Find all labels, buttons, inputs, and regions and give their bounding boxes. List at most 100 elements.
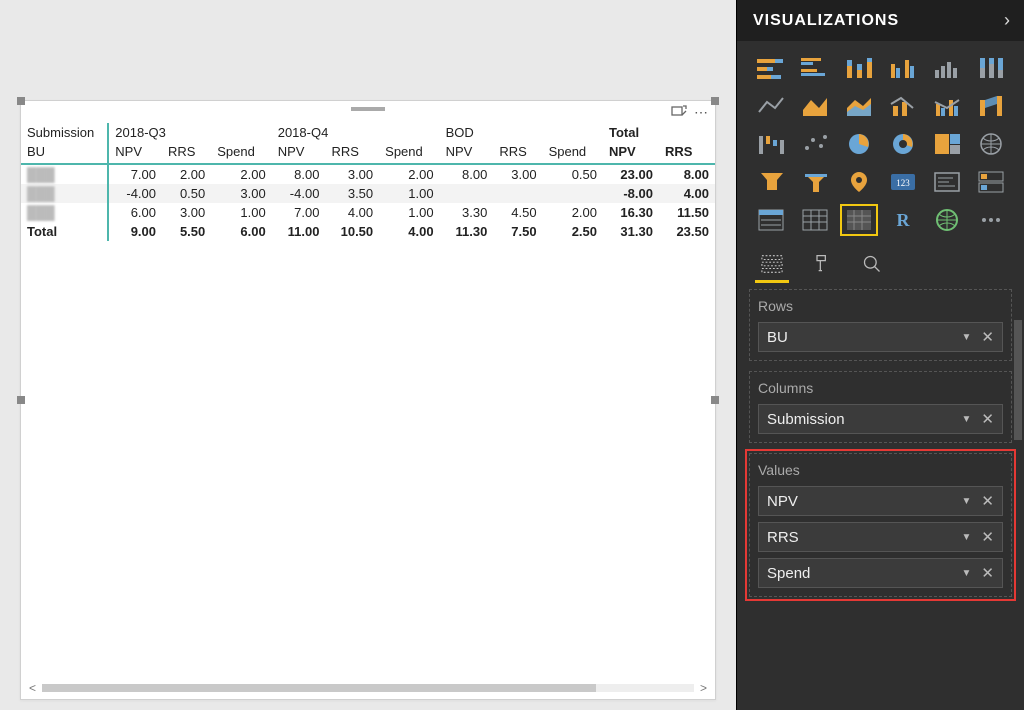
cell[interactable]: 7.00 xyxy=(108,164,162,184)
chip-dropdown-icon[interactable]: ▼ xyxy=(962,532,972,543)
measure-header[interactable]: RRS xyxy=(162,142,211,164)
chip-remove-icon[interactable]: ✕ xyxy=(981,528,994,546)
row-label[interactable]: ███ xyxy=(21,203,108,222)
cell[interactable]: 4.00 xyxy=(659,184,715,203)
cell[interactable]: -4.00 xyxy=(108,184,162,203)
horizontal-scrollbar[interactable]: < > xyxy=(29,681,707,695)
values-field-chip[interactable]: Spend▼✕ xyxy=(758,558,1003,588)
cell[interactable]: 8.00 xyxy=(440,164,494,184)
cell[interactable]: 8.00 xyxy=(659,164,715,184)
scroll-left-icon[interactable]: < xyxy=(29,681,36,695)
measure-header[interactable]: Spend xyxy=(379,142,439,164)
treemap-icon[interactable] xyxy=(929,129,965,159)
columns-field-chip[interactable]: Submission▼✕ xyxy=(758,404,1003,434)
stacked-bar-icon[interactable] xyxy=(753,53,789,83)
collapse-pane-icon[interactable]: › xyxy=(1004,10,1010,31)
columns-well[interactable]: Columns Submission▼✕ xyxy=(749,371,1012,443)
chip-dropdown-icon[interactable]: ▼ xyxy=(962,496,972,507)
stacked-column-icon[interactable] xyxy=(841,53,877,83)
cell[interactable]: 3.00 xyxy=(325,164,379,184)
cell[interactable]: 3.30 xyxy=(440,203,494,222)
values-well[interactable]: Values NPV▼✕RRS▼✕Spend▼✕ xyxy=(749,453,1012,597)
cell[interactable]: 1.00 xyxy=(211,203,271,222)
arcgis-icon[interactable] xyxy=(929,205,965,235)
chip-remove-icon[interactable]: ✕ xyxy=(981,492,994,510)
measure-header[interactable]: NPV xyxy=(108,142,162,164)
cell[interactable]: 2.00 xyxy=(543,203,603,222)
clustered-column-icon[interactable] xyxy=(885,53,921,83)
scatter-icon[interactable] xyxy=(797,129,833,159)
r-visual-icon[interactable]: R xyxy=(885,205,921,235)
cell[interactable]: 7.00 xyxy=(272,203,326,222)
cell[interactable]: 3.00 xyxy=(493,164,542,184)
combo-icon[interactable] xyxy=(885,91,921,121)
donut-icon[interactable] xyxy=(885,129,921,159)
resize-handle[interactable] xyxy=(17,97,25,105)
col-group-header[interactable]: BOD xyxy=(440,123,603,142)
col-group-header[interactable]: 2018-Q4 xyxy=(272,123,440,142)
measure-header[interactable]: NPV xyxy=(440,142,494,164)
waterfall-icon[interactable] xyxy=(753,129,789,159)
pie-icon[interactable] xyxy=(841,129,877,159)
values-field-chip[interactable]: NPV▼✕ xyxy=(758,486,1003,516)
cell[interactable]: 1.00 xyxy=(379,184,439,203)
resize-handle[interactable] xyxy=(711,97,719,105)
ribbon-icon[interactable] xyxy=(973,91,1009,121)
cell[interactable]: 23.00 xyxy=(603,164,659,184)
measure-header[interactable]: Spend xyxy=(211,142,271,164)
cell[interactable]: 6.00 xyxy=(108,203,162,222)
stacked-area-icon[interactable] xyxy=(841,91,877,121)
drag-handle-icon[interactable] xyxy=(351,107,385,111)
chip-dropdown-icon[interactable]: ▼ xyxy=(962,332,972,343)
more-visuals-icon[interactable] xyxy=(973,205,1009,235)
cell[interactable]: 16.30 xyxy=(603,203,659,222)
analytics-tab-icon[interactable] xyxy=(857,249,887,279)
row-label[interactable]: ███ xyxy=(21,184,108,203)
combo2-icon[interactable] xyxy=(929,91,965,121)
cell[interactable]: 2.00 xyxy=(379,164,439,184)
map-icon[interactable] xyxy=(973,129,1009,159)
cell[interactable]: 0.50 xyxy=(543,164,603,184)
cell[interactable]: 3.50 xyxy=(325,184,379,203)
card-icon[interactable] xyxy=(929,167,965,197)
fields-tab-icon[interactable] xyxy=(757,249,787,279)
cell[interactable]: 2.00 xyxy=(162,164,211,184)
funnel-icon[interactable] xyxy=(753,167,789,197)
row-label[interactable]: ███ xyxy=(21,164,108,184)
chip-remove-icon[interactable]: ✕ xyxy=(981,328,994,346)
cell[interactable]: -8.00 xyxy=(603,184,659,203)
resize-handle[interactable] xyxy=(711,396,719,404)
pane-scrollbar[interactable] xyxy=(1014,70,1022,710)
cell[interactable]: 3.00 xyxy=(211,184,271,203)
scroll-right-icon[interactable]: > xyxy=(700,681,707,695)
chip-dropdown-icon[interactable]: ▼ xyxy=(962,568,972,579)
cell[interactable] xyxy=(493,184,542,203)
multi-row-card-icon[interactable] xyxy=(973,167,1009,197)
chip-remove-icon[interactable]: ✕ xyxy=(981,564,994,582)
measure-header[interactable]: RRS xyxy=(325,142,379,164)
format-tab-icon[interactable] xyxy=(807,249,837,279)
chip-dropdown-icon[interactable]: ▼ xyxy=(962,414,972,425)
filled-map-icon[interactable] xyxy=(841,167,877,197)
cell[interactable]: 0.50 xyxy=(162,184,211,203)
matrix-icon[interactable] xyxy=(841,205,877,235)
rows-well[interactable]: Rows BU▼✕ xyxy=(749,289,1012,361)
more-options-icon[interactable]: ⋯ xyxy=(693,104,709,120)
cell[interactable] xyxy=(440,184,494,203)
chip-remove-icon[interactable]: ✕ xyxy=(981,410,994,428)
measure-header[interactable]: RRS xyxy=(493,142,542,164)
cell[interactable]: 2.00 xyxy=(211,164,271,184)
report-canvas[interactable]: ⋯ Submission 2018-Q3 2018-Q4 BOD xyxy=(0,0,736,710)
stacked-column-100-icon[interactable] xyxy=(973,53,1009,83)
cell[interactable]: 1.00 xyxy=(379,203,439,222)
values-field-chip[interactable]: RRS▼✕ xyxy=(758,522,1003,552)
cell[interactable]: 4.00 xyxy=(325,203,379,222)
measure-header[interactable]: NPV xyxy=(272,142,326,164)
cell[interactable] xyxy=(543,184,603,203)
gauge-icon[interactable] xyxy=(797,167,833,197)
cell[interactable]: -4.00 xyxy=(272,184,326,203)
cell[interactable]: 4.50 xyxy=(493,203,542,222)
cell[interactable]: 11.50 xyxy=(659,203,715,222)
cell[interactable]: 8.00 xyxy=(272,164,326,184)
column-series-icon[interactable] xyxy=(929,53,965,83)
